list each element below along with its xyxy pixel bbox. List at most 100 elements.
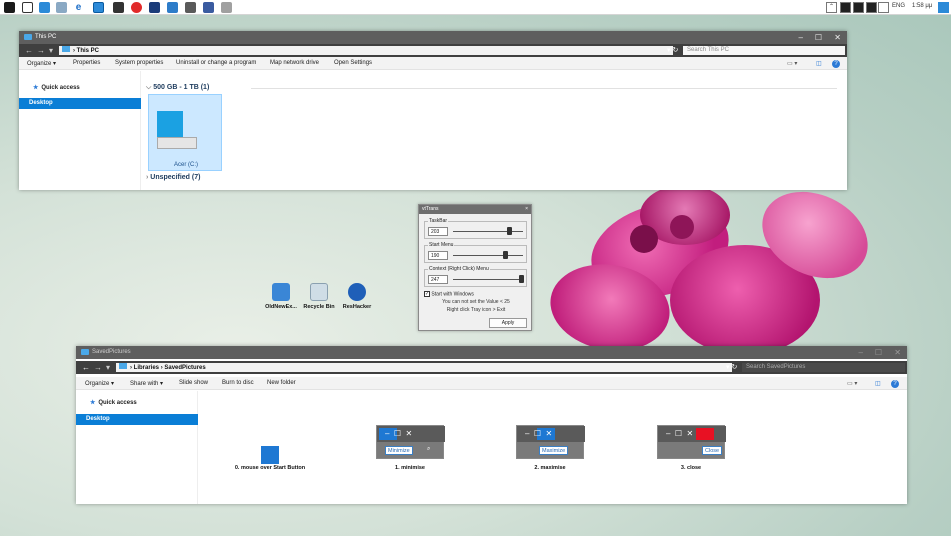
demo-caption-icons: – ☐ ✕ bbox=[385, 429, 413, 438]
desktop-icon-oldnewexplorer[interactable]: OldNewEx... bbox=[263, 283, 299, 310]
burn-to-disc-button[interactable]: Burn to disc bbox=[222, 380, 254, 386]
saved-maximize-icon[interactable]: ☐ bbox=[875, 348, 882, 357]
path-saved-pictures[interactable]: SavedPictures bbox=[164, 365, 205, 371]
start-menu-slider[interactable] bbox=[453, 255, 523, 256]
forward-arrow-icon[interactable]: → bbox=[37, 46, 45, 55]
back-arrow-icon[interactable]: ← bbox=[25, 46, 33, 55]
drive-tile[interactable]: Acer (C:) bbox=[148, 94, 222, 171]
start-icon[interactable] bbox=[4, 2, 15, 13]
open-settings-button[interactable]: Open Settings bbox=[334, 60, 372, 66]
saved-minimize-icon[interactable]: – bbox=[859, 348, 863, 357]
app-icon-2[interactable] bbox=[167, 2, 178, 13]
saved-desktop-item[interactable]: Desktop bbox=[76, 414, 198, 425]
taskbar-slider-thumb[interactable] bbox=[507, 227, 513, 235]
tray-icon-3[interactable] bbox=[866, 2, 877, 13]
system-properties-button[interactable]: System properties bbox=[115, 60, 163, 66]
preview-pane-icon[interactable]: ◫ bbox=[816, 60, 822, 67]
map-drive-button[interactable]: Map network drive bbox=[270, 60, 319, 66]
context-menu-slider[interactable] bbox=[453, 279, 523, 280]
start-with-windows-label: Start with Windows bbox=[431, 291, 474, 298]
new-folder-button[interactable]: New folder bbox=[267, 380, 296, 386]
store-icon[interactable] bbox=[113, 2, 124, 13]
keyboard-icon[interactable] bbox=[878, 2, 889, 13]
path-this-pc[interactable]: This PC bbox=[77, 48, 99, 54]
taskbar: e ⌃ ENG 1:58 μμ bbox=[0, 0, 951, 15]
tray-icon-2[interactable] bbox=[853, 2, 864, 13]
group-header-drives[interactable]: ⌵ 500 GB - 1 TB (1) bbox=[146, 84, 209, 92]
saved-help-icon[interactable]: ? bbox=[891, 380, 899, 388]
star-icon: ★ bbox=[90, 400, 96, 406]
app-icon[interactable] bbox=[149, 2, 160, 13]
taskbar-value[interactable]: 203 bbox=[428, 227, 448, 236]
tray-icon-1[interactable] bbox=[840, 2, 851, 13]
saved-path-field[interactable]: › Libraries › SavedPictures bbox=[116, 363, 732, 372]
slide-show-button[interactable]: Slide show bbox=[179, 380, 208, 386]
explorer-icon[interactable] bbox=[93, 2, 104, 13]
saved-navigation-pane: ★ Quick access Desktop bbox=[76, 391, 198, 504]
saved-preview-pane-icon[interactable]: ◫ bbox=[875, 380, 881, 387]
opera-icon[interactable] bbox=[131, 2, 142, 13]
tray-chevron-icon[interactable]: ⌃ bbox=[826, 2, 837, 13]
search-input[interactable]: Search This PC bbox=[683, 46, 845, 55]
reshacker-label: ResHacker bbox=[342, 304, 372, 310]
start-button-thumbnail[interactable] bbox=[261, 446, 279, 464]
start-with-windows-row[interactable]: ✓ Start with Windows bbox=[424, 291, 474, 297]
group-header-unspecified[interactable]: › Unspecified (7) bbox=[146, 174, 200, 181]
app-icon-4[interactable] bbox=[203, 2, 214, 13]
path-libraries[interactable]: Libraries bbox=[134, 365, 159, 371]
language-indicator[interactable]: ENG bbox=[892, 3, 905, 9]
properties-button[interactable]: Properties bbox=[73, 60, 100, 66]
vttrans-title: vtTrans bbox=[422, 206, 439, 212]
uninstall-button[interactable]: Uninstall or change a program bbox=[176, 60, 256, 66]
start-menu-slider-thumb[interactable] bbox=[503, 251, 509, 259]
saved-search-input[interactable]: Search SavedPictures bbox=[742, 363, 905, 372]
app-icon-5[interactable] bbox=[221, 2, 232, 13]
saved-forward-arrow-icon[interactable]: → bbox=[94, 363, 102, 372]
saved-recent-chevron-icon[interactable]: ▾ bbox=[106, 363, 110, 372]
clock[interactable]: 1:58 μμ bbox=[912, 3, 932, 9]
saved-titlebar[interactable]: SavedPictures – ☐ ✕ bbox=[76, 346, 907, 359]
desktop-icon-recycle-bin[interactable]: Recycle Bin bbox=[301, 283, 337, 310]
view-options-icon[interactable]: ▭ ▾ bbox=[787, 60, 797, 67]
notification-icon[interactable] bbox=[938, 2, 949, 13]
quick-access-item[interactable]: ★ Quick access bbox=[33, 84, 80, 91]
app-icon-3[interactable] bbox=[185, 2, 196, 13]
saved-organize-menu[interactable]: Organize ▾ bbox=[85, 380, 114, 387]
saved-quick-access-item[interactable]: ★ Quick access bbox=[90, 399, 137, 406]
close-icon[interactable]: ✕ bbox=[834, 33, 841, 42]
desktop-icon-reshacker[interactable]: ResHacker bbox=[339, 283, 375, 310]
share-with-menu[interactable]: Share with ▾ bbox=[130, 380, 163, 387]
network-icon[interactable] bbox=[56, 2, 67, 13]
start-menu-value[interactable]: 190 bbox=[428, 251, 448, 260]
saved-view-options-icon[interactable]: ▭ ▾ bbox=[847, 380, 857, 387]
refresh-icon[interactable]: ▾ ↻ bbox=[667, 46, 678, 55]
saved-close-icon[interactable]: ✕ bbox=[894, 348, 901, 357]
monitor-icon[interactable] bbox=[39, 2, 50, 13]
help-icon[interactable]: ? bbox=[832, 60, 840, 68]
saved-command-bar: Organize ▾ Share with ▾ Slide show Burn … bbox=[76, 377, 907, 390]
vttrans-close-icon[interactable]: × bbox=[525, 205, 528, 214]
saved-back-arrow-icon[interactable]: ← bbox=[82, 363, 90, 372]
vttrans-titlebar[interactable]: vtTrans × bbox=[419, 205, 531, 214]
organize-menu[interactable]: Organize ▾ bbox=[27, 60, 56, 67]
taskbar-slider[interactable] bbox=[453, 231, 523, 232]
saved-refresh-icon[interactable]: ▾ ↻ bbox=[726, 363, 737, 372]
close-demo-thumbnail[interactable]: – ☐ ✕ Close bbox=[657, 425, 726, 459]
recent-chevron-icon[interactable]: ▾ bbox=[49, 46, 53, 55]
maximize-icon[interactable]: ☐ bbox=[815, 33, 822, 42]
this-pc-content: ⌵ 500 GB - 1 TB (1) Acer (C:) › Unspecif… bbox=[141, 71, 847, 190]
edge-icon[interactable]: e bbox=[73, 2, 84, 13]
desktop-item[interactable]: Desktop bbox=[19, 98, 141, 109]
this-pc-titlebar[interactable]: This PC – ☐ ✕ bbox=[19, 31, 847, 44]
start-with-windows-checkbox[interactable]: ✓ bbox=[424, 291, 430, 297]
path-field[interactable]: › This PC bbox=[59, 46, 673, 55]
minimize-demo-thumbnail[interactable]: – ☐ ✕ Minimize ⌕ bbox=[376, 425, 445, 459]
context-menu-group: Context (Right Click) Menu 247 bbox=[424, 266, 527, 287]
saved-pictures-window: SavedPictures – ☐ ✕ ← → ▾ › Libraries › … bbox=[76, 346, 907, 504]
minimize-icon[interactable]: – bbox=[799, 33, 803, 42]
maximize-demo-thumbnail[interactable]: – ☐ ✕ Maximize bbox=[516, 425, 585, 459]
task-view-icon[interactable] bbox=[22, 2, 33, 13]
context-menu-value[interactable]: 247 bbox=[428, 275, 448, 284]
context-menu-slider-thumb[interactable] bbox=[518, 275, 524, 283]
apply-button[interactable]: Apply bbox=[489, 318, 527, 328]
